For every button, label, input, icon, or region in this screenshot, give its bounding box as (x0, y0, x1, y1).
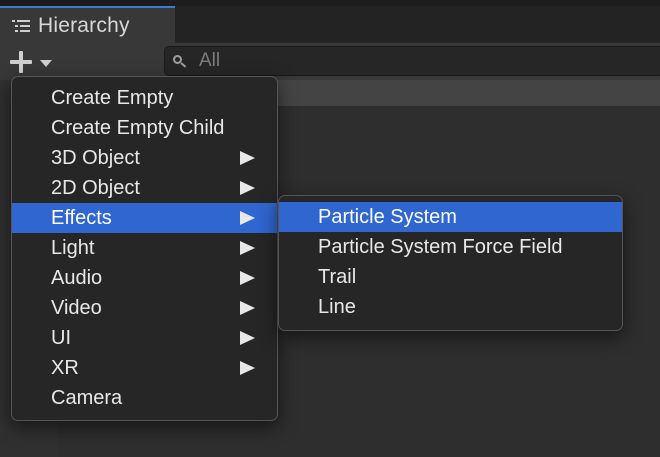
hierarchy-toolbar (0, 43, 660, 80)
caret-down-icon (40, 59, 52, 67)
submenu-arrow-icon (240, 181, 255, 195)
menu-item-audio[interactable]: Audio (12, 263, 277, 293)
menu-item-video[interactable]: Video (12, 293, 277, 323)
submenu-item-particle-system[interactable]: Particle System (279, 202, 622, 232)
search-icon[interactable] (173, 54, 191, 68)
create-context-menu: Create Empty Create Empty Child 3D Objec… (11, 76, 278, 421)
menu-item-camera[interactable]: Camera (12, 383, 277, 413)
submenu-arrow-icon (240, 301, 255, 315)
submenu-arrow-icon (240, 361, 255, 375)
submenu-arrow-icon (240, 271, 255, 285)
add-object-button[interactable] (6, 47, 64, 77)
submenu-item-trail[interactable]: Trail (279, 262, 622, 292)
search-field[interactable] (164, 46, 660, 76)
submenu-item-particle-system-force-field[interactable]: Particle System Force Field (279, 232, 622, 262)
menu-item-create-empty-child[interactable]: Create Empty Child (12, 113, 277, 143)
tab-title: Hierarchy (38, 13, 130, 37)
plus-icon (10, 51, 32, 73)
submenu-arrow-icon (240, 331, 255, 345)
submenu-arrow-icon (240, 151, 255, 165)
menu-item-light[interactable]: Light (12, 233, 277, 263)
tab-hierarchy[interactable]: Hierarchy (0, 6, 175, 43)
menu-item-ui[interactable]: UI (12, 323, 277, 353)
submenu-arrow-icon (240, 211, 255, 225)
search-input[interactable] (199, 50, 639, 72)
submenu-arrow-icon (240, 241, 255, 255)
effects-submenu: Particle System Particle System Force Fi… (278, 195, 623, 331)
submenu-item-line[interactable]: Line (279, 292, 622, 322)
hierarchy-list-icon (12, 18, 30, 34)
menu-item-create-empty[interactable]: Create Empty (12, 83, 277, 113)
menu-item-2d-object[interactable]: 2D Object (12, 173, 277, 203)
menu-item-3d-object[interactable]: 3D Object (12, 143, 277, 173)
menu-item-xr[interactable]: XR (12, 353, 277, 383)
menu-item-effects[interactable]: Effects (12, 203, 277, 233)
